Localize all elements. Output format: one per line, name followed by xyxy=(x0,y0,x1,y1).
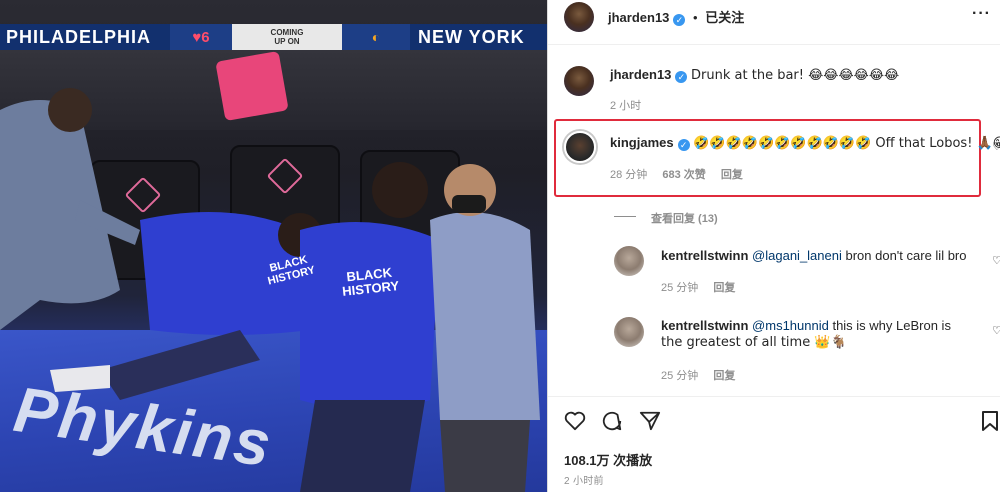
video-player[interactable]: Phykins BLACK HISTORY BLACK HISTORY PHIL… xyxy=(0,0,547,492)
reply-username[interactable]: kentrellstwinn xyxy=(661,248,748,263)
reply-button[interactable]: 回复 xyxy=(721,169,743,181)
avatar[interactable] xyxy=(614,246,644,276)
comment-likes[interactable]: 683 次赞 xyxy=(662,169,705,181)
post-sidebar: jharden13 ✓ • 已关注 ··· jharden13 ✓ Drunk at… xyxy=(547,0,1000,492)
highlight-box xyxy=(554,119,981,197)
like-comment-icon[interactable]: ♡ xyxy=(992,254,1000,267)
verified-icon: ✓ xyxy=(673,14,686,26)
coming-up-line2: UP ON xyxy=(274,37,300,46)
reply-text: bron don't care lil bro xyxy=(841,248,967,263)
reply-text: this is why LeBron is xyxy=(828,318,951,333)
caption-text: Drunk at the bar! 😂😂😂😂😂😂 xyxy=(691,68,900,83)
reply-username[interactable]: kentrellstwinn xyxy=(661,318,748,333)
reply-time: 25 分钟 xyxy=(661,282,699,294)
coming-up-label: COMING UP ON xyxy=(232,24,342,50)
sixers-logo: ♥6 xyxy=(170,24,232,50)
reply-meta: 25 分钟 回复 xyxy=(661,279,735,295)
avatar[interactable] xyxy=(564,131,596,163)
comment-username[interactable]: kingjames xyxy=(610,135,674,150)
divider xyxy=(548,44,1000,45)
avatar[interactable] xyxy=(564,2,594,32)
like-heart-icon[interactable] xyxy=(564,411,586,431)
comment-text: 🤣🤣🤣🤣🤣🤣🤣🤣🤣🤣🤣 Off that Lobos! 🙏🏾😁 xyxy=(693,136,1000,151)
post-author[interactable]: jharden13 ✓ • 已关注 xyxy=(608,7,744,26)
comment-bubble-icon[interactable] xyxy=(601,410,623,432)
reply-mention[interactable]: @lagani_laneni xyxy=(752,248,842,263)
verified-icon: ✓ xyxy=(675,71,688,83)
comment-meta: 28 分钟 683 次赞 回复 xyxy=(610,166,743,182)
scoreboard-banner: PHILADELPHIA ♥6 COMING UP ON ◐ NEW YORK xyxy=(0,24,547,50)
replies-line xyxy=(614,216,636,217)
view-count[interactable]: 108.1万 次播放 xyxy=(564,450,652,469)
caption: jharden13 ✓ Drunk at the bar! 😂😂😂😂😂😂 xyxy=(610,66,899,84)
bookmark-icon[interactable] xyxy=(981,410,999,432)
reply-time: 25 分钟 xyxy=(661,370,699,382)
more-options-button[interactable]: ··· xyxy=(972,5,991,23)
reply-mention[interactable]: @ms1hunnid xyxy=(752,318,829,333)
comment-time: 28 分钟 xyxy=(610,169,648,181)
view-replies-button[interactable]: 查看回复 (13) xyxy=(651,210,718,226)
caption-time: 2 小时 xyxy=(610,100,642,112)
reply-button[interactable]: 回复 xyxy=(713,370,735,382)
reply-button[interactable]: 回复 xyxy=(713,282,735,294)
coming-up-line1: COMING xyxy=(270,28,304,37)
reply: kentrellstwinn @ms1hunnid this is why Le… xyxy=(661,317,951,334)
like-comment-icon[interactable]: ♡ xyxy=(992,324,1000,337)
verified-icon: ✓ xyxy=(677,139,690,151)
reply: kentrellstwinn @lagani_laneni bron don't… xyxy=(661,247,966,264)
reply-meta: 25 分钟 回复 xyxy=(661,367,735,383)
follow-status-button[interactable]: 已关注 xyxy=(705,10,744,25)
away-team-name: NEW YORK xyxy=(410,24,547,50)
post-author-username[interactable]: jharden13 xyxy=(608,10,669,25)
like-comment-icon[interactable]: ♡ xyxy=(992,140,1000,153)
knicks-logo: ◐ xyxy=(342,24,410,50)
avatar[interactable] xyxy=(564,66,594,96)
separator-dot: • xyxy=(693,10,698,25)
home-team-name: PHILADELPHIA xyxy=(0,24,170,50)
avatar[interactable] xyxy=(614,317,644,347)
comment: kingjames ✓ 🤣🤣🤣🤣🤣🤣🤣🤣🤣🤣🤣 Off that Lobos! 🙏… xyxy=(610,134,1000,152)
divider xyxy=(548,396,1000,397)
caption-username[interactable]: jharden13 xyxy=(610,67,671,82)
post-time: 2 小时前 xyxy=(564,476,604,487)
share-paper-plane-icon[interactable] xyxy=(639,410,661,432)
reply-text-continued: the greatest of all time 👑🐐 xyxy=(661,335,847,350)
